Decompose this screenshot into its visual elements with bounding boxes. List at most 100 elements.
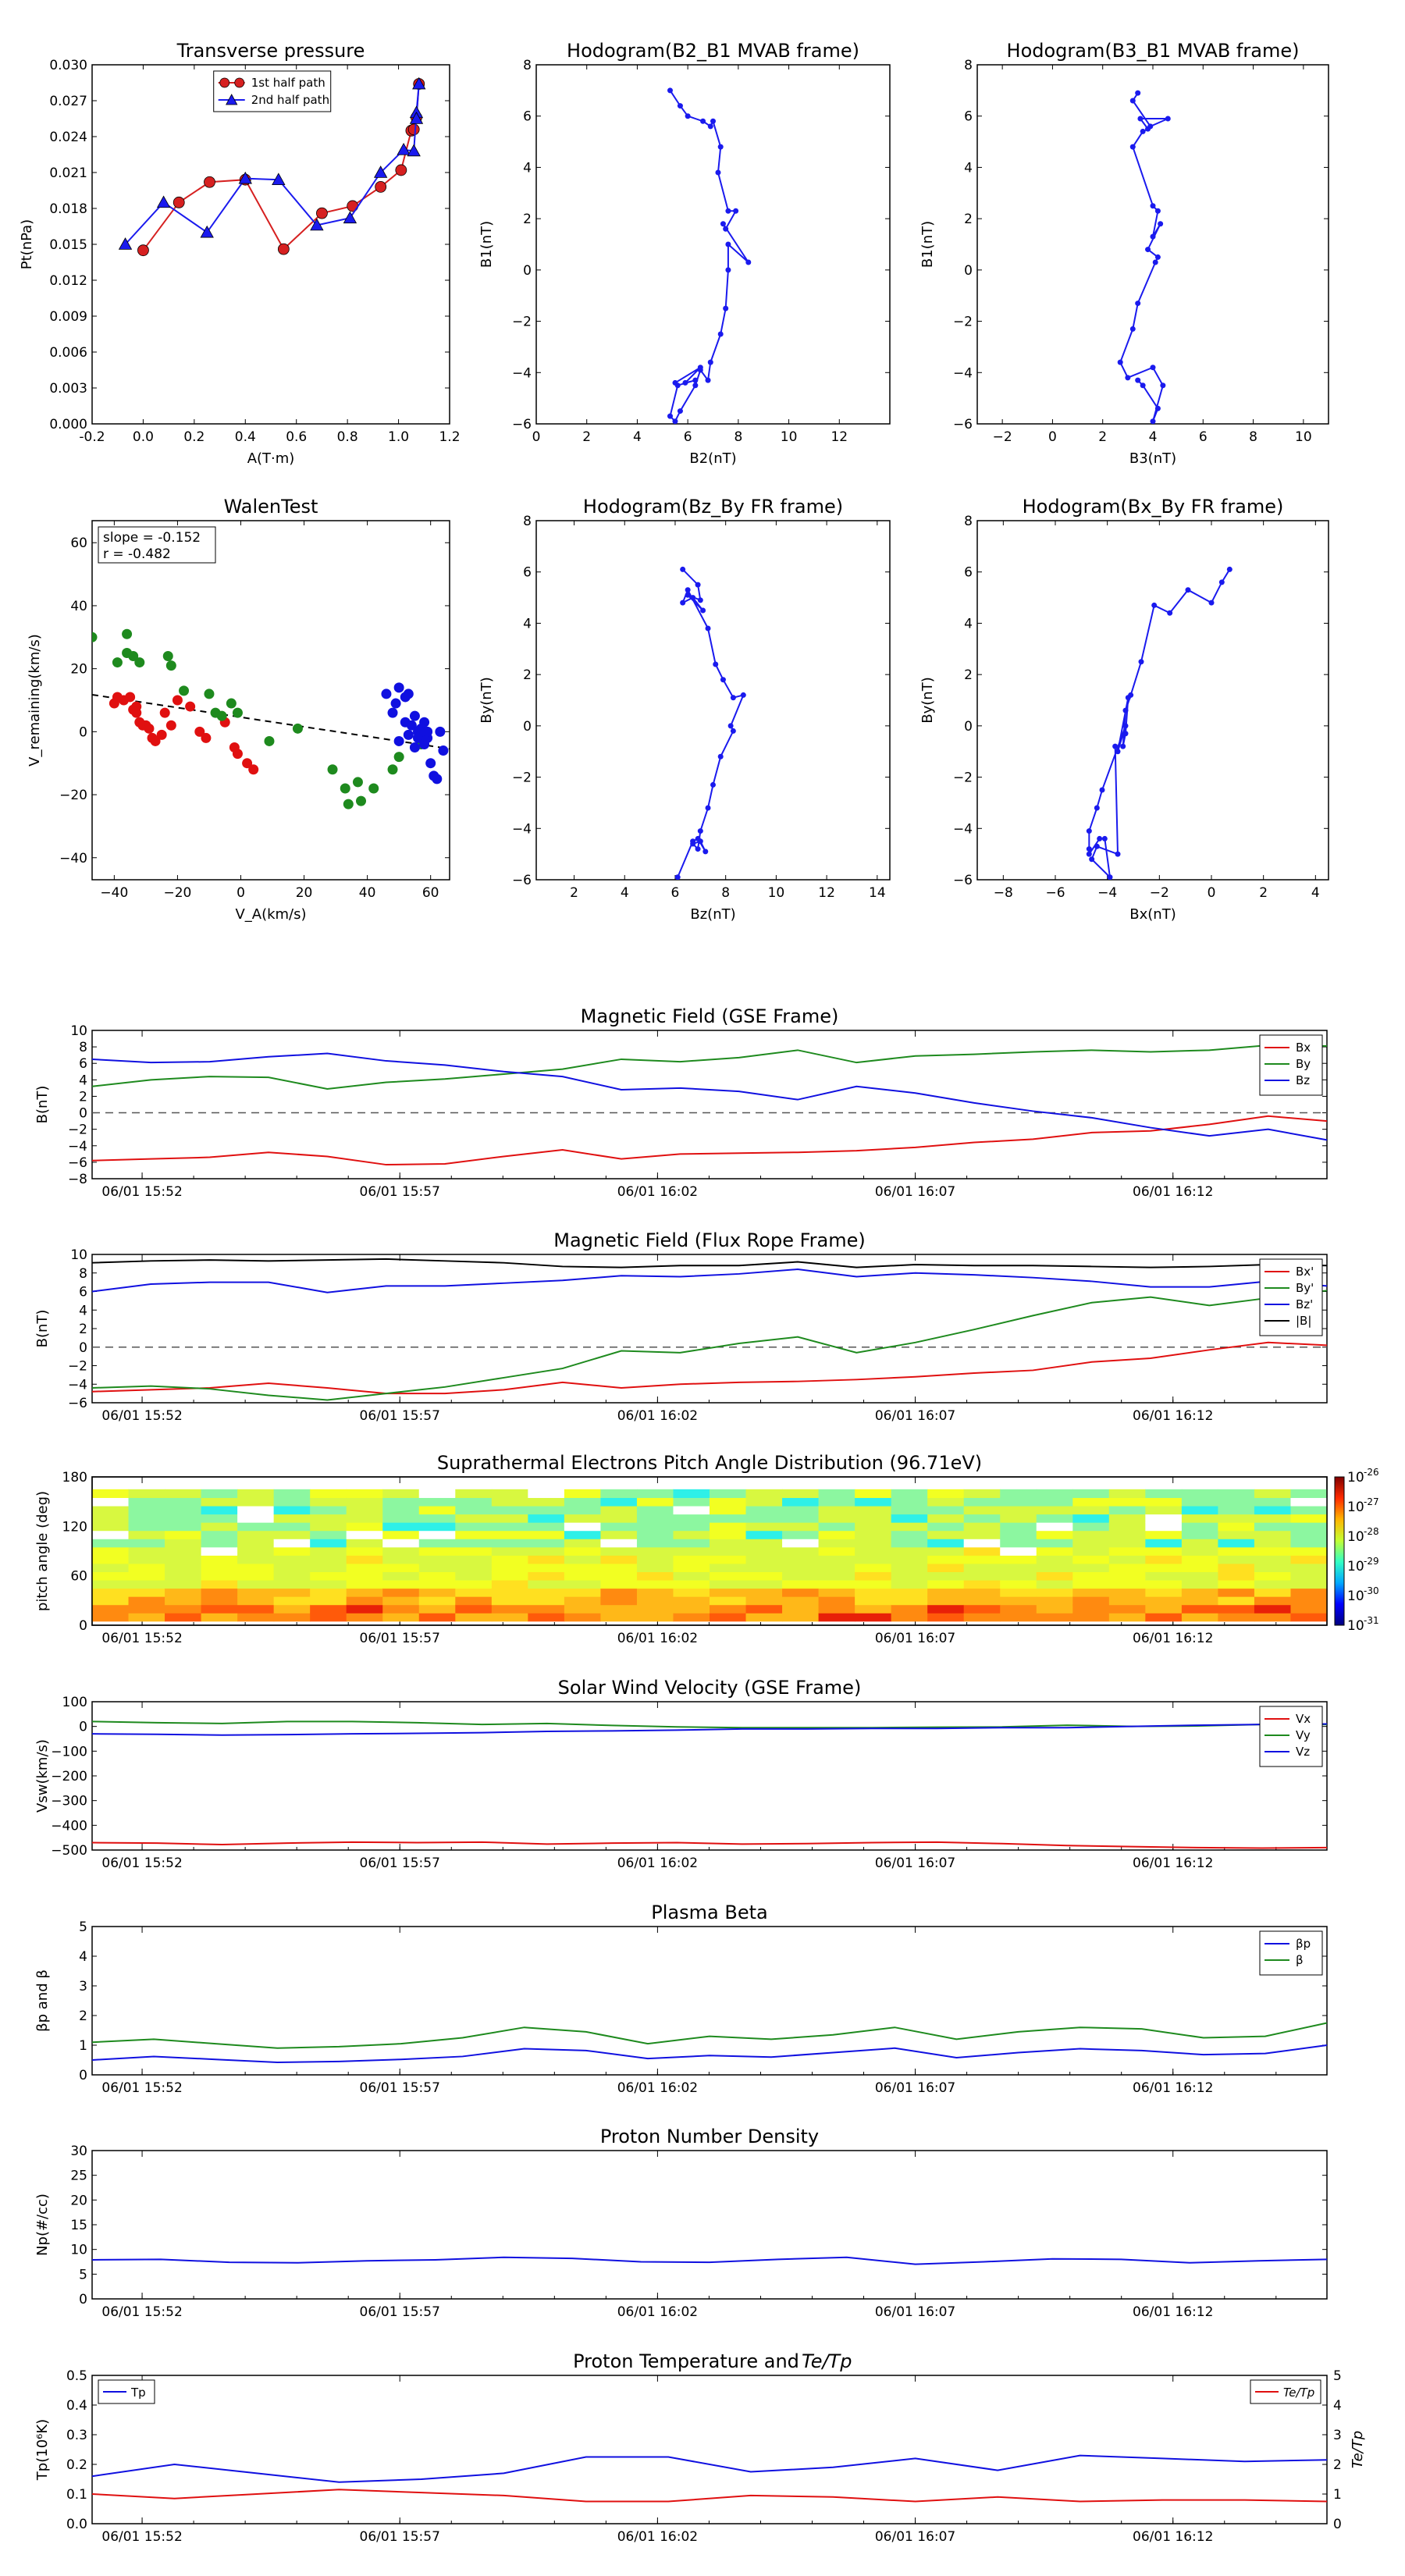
data-point (316, 207, 328, 219)
heatmap-cell (600, 1571, 638, 1581)
heatmap-cell (1254, 1505, 1292, 1515)
heatmap-cell (782, 1604, 820, 1614)
data-point (1094, 805, 1100, 811)
heatmap-cell (201, 1613, 238, 1622)
heatmap-cell (673, 1505, 710, 1515)
series-line-Bz (91, 1268, 1328, 1293)
y-tick-label: 100 (62, 1695, 87, 1710)
x-axis-label: V_A(km/s) (235, 906, 306, 923)
heatmap-cell (782, 1579, 820, 1589)
data-point (705, 377, 711, 383)
chart-title: Solar Wind Velocity (GSE Frame) (558, 1677, 862, 1699)
data-point (1150, 365, 1156, 371)
heatmap-cell (1218, 1489, 1255, 1498)
heatmap-cell (600, 1563, 638, 1572)
series-line- (91, 2022, 1328, 2049)
data-point (1208, 600, 1215, 606)
heatmap-cell (564, 1489, 602, 1498)
data-point (725, 208, 731, 214)
data-point (685, 592, 691, 598)
heatmap-cell (128, 1522, 165, 1532)
legend-label: 1st half path (251, 76, 325, 90)
heatmap-cell (491, 1604, 528, 1614)
data-point (277, 243, 290, 255)
x-tick-label: 06/01 15:57 (360, 1408, 440, 1424)
y-tick-label: 0.2 (66, 2457, 87, 2473)
heatmap-cell (1000, 1522, 1037, 1532)
heatmap-cell (418, 1522, 456, 1532)
heatmap-cell (1000, 1563, 1037, 1572)
chart-title: Hodogram(B3_B1 MVAB frame) (1007, 40, 1300, 62)
x-tick-label: 06/01 16:12 (1133, 1631, 1213, 1646)
heatmap-cell (710, 1571, 747, 1581)
legend-label: Bz (1296, 1073, 1310, 1087)
heatmap-cell (165, 1530, 202, 1539)
heatmap-cell (382, 1571, 420, 1581)
heatmap-cell (1036, 1613, 1073, 1622)
heatmap-cell (963, 1546, 1001, 1556)
heatmap-cell (1145, 1555, 1183, 1564)
x-tick-label: 6 (684, 429, 692, 445)
data-point (1129, 144, 1136, 150)
heatmap-cell (128, 1604, 165, 1614)
plot-area (1117, 90, 1171, 424)
x-tick-label: 0 (237, 885, 245, 901)
chart-title: Hodogram(Bz_By FR frame) (583, 496, 843, 518)
x-tick-label: 06/01 16:07 (875, 2304, 955, 2320)
data-point (125, 692, 136, 703)
heatmap-cell (855, 1530, 892, 1539)
x-tick-label: 06/01 16:02 (617, 2080, 698, 2096)
heatmap-cell (963, 1588, 1001, 1597)
data-point (403, 688, 414, 699)
heatmap-cell (201, 1571, 238, 1581)
data-point (204, 176, 215, 188)
heatmap-cell (1036, 1489, 1073, 1498)
x-tick-label: 0 (1208, 885, 1216, 901)
heatmap-cell (128, 1579, 165, 1589)
data-point (727, 723, 734, 729)
heatmap-cell (273, 1497, 311, 1507)
heatmap-cell (273, 1613, 311, 1622)
heatmap-cell (128, 1546, 165, 1556)
heatmap-cell (1254, 1530, 1292, 1539)
heatmap-cell (963, 1530, 1001, 1539)
heatmap-cell (564, 1563, 602, 1572)
heatmap-cell (1108, 1522, 1146, 1532)
data-point (204, 688, 215, 699)
data-point (1150, 418, 1156, 424)
heatmap-cell (201, 1489, 238, 1498)
heatmap-cell (1290, 1505, 1328, 1515)
data-point (1165, 116, 1171, 122)
heatmap-cell (1072, 1489, 1110, 1498)
heatmap-cell (891, 1539, 928, 1548)
heatmap-cell (418, 1555, 456, 1564)
x-tick-label: 06/01 16:02 (617, 1184, 698, 1200)
data-point (1138, 659, 1144, 665)
data-point (707, 359, 713, 365)
figure-canvas: Transverse pressure-0.2 0.0 0.2 0.4 0.6 0.8 1.… (19, 40, 1379, 2545)
heatmap-cell (128, 1613, 165, 1622)
heatmap-cell (1181, 1530, 1219, 1539)
heatmap-cell (1218, 1505, 1255, 1515)
x-tick-label: 14 (869, 885, 886, 901)
heatmap-cell (165, 1579, 202, 1589)
heatmap-cell (927, 1505, 965, 1515)
legend-label: Bz' (1296, 1297, 1313, 1311)
y-tick-label: 2 (523, 667, 532, 683)
heatmap-cell (92, 1571, 130, 1581)
heatmap-cell (1254, 1604, 1292, 1614)
heatmap-cell (455, 1604, 493, 1614)
legend-label: β (1296, 1953, 1304, 1967)
heatmap-cell (237, 1555, 275, 1564)
heatmap-cell (1072, 1613, 1110, 1622)
series-line (669, 90, 749, 423)
heatmap-cell (528, 1613, 565, 1622)
x-tick-label: 06/01 16:12 (1133, 1408, 1213, 1424)
data-point (232, 707, 243, 718)
colorbar-tick-exponent: -29 (1364, 1556, 1379, 1567)
heatmap-cell (418, 1613, 456, 1622)
y-tick-label: 0.006 (49, 345, 87, 361)
y-axis-label: pitch angle (deg) (34, 1491, 51, 1611)
y-tick-label: 0 (79, 1720, 87, 1735)
heatmap-cell (455, 1613, 493, 1622)
